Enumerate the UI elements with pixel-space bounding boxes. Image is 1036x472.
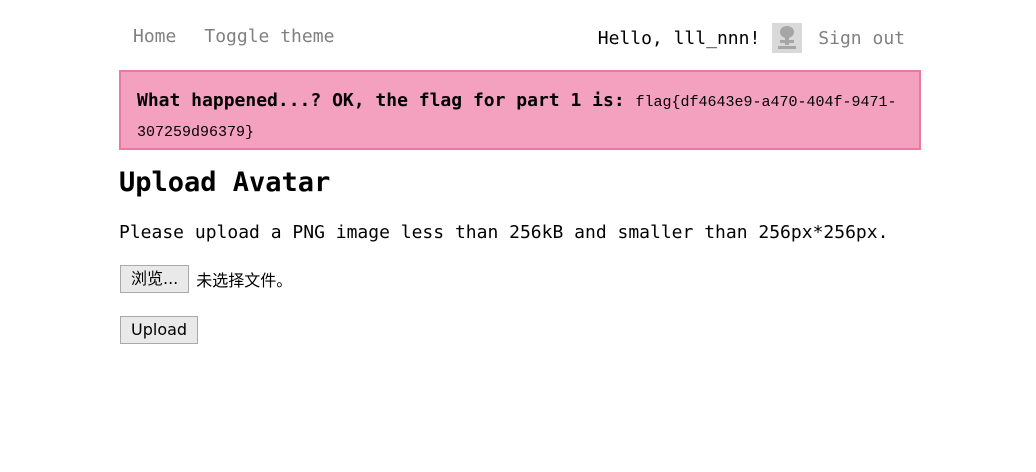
flash-text: What happened...? OK, the flag for part … [137,90,636,111]
page-title: Upload Avatar [119,167,331,198]
avatar-file-input[interactable]: 浏览... 未选择文件。 [120,265,292,293]
nav-toggle-theme-link[interactable]: Toggle theme [190,25,348,49]
flash-message: What happened...? OK, the flag for part … [119,70,921,150]
nav-home-link[interactable]: Home [119,25,190,49]
page: ▀ Home Toggle theme Hello, lll_nnn! Sign… [0,0,1036,472]
file-status-text: 未选择文件。 [196,271,293,290]
upload-instructions: Please upload a PNG image less than 256k… [119,222,889,243]
sign-out-link[interactable]: Sign out [804,28,919,49]
top-nav: Home Toggle theme Hello, lll_nnn! Sign o… [119,20,919,54]
upload-button[interactable]: Upload [120,316,199,344]
greeting-text: Hello, lll_nnn! [597,27,761,49]
nav-right: Hello, lll_nnn! Sign out [598,22,919,54]
nav-left: Home Toggle theme [119,25,348,49]
avatar-user-icon [772,23,803,53]
avatar [772,23,803,53]
browse-button[interactable]: 浏览... [120,265,190,293]
site-title-clipped: ▀ [118,0,136,6]
